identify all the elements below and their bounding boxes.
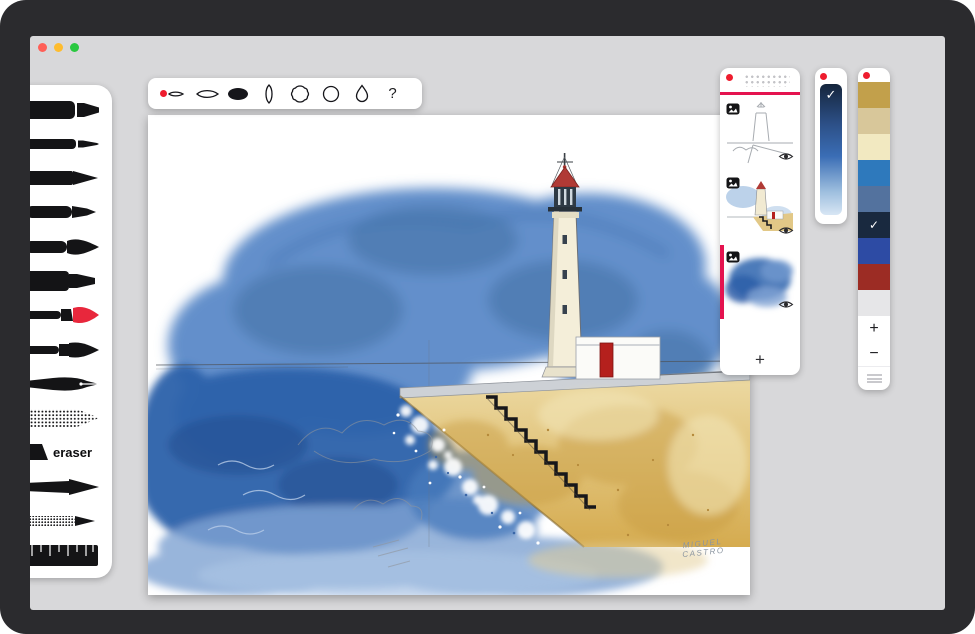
panel-indicator-dot: [160, 90, 167, 97]
color-swatch-tan[interactable]: [858, 108, 890, 134]
panel-indicator-dot: [863, 72, 870, 79]
brush-pen-icon: [30, 232, 104, 262]
brush-tip-medium-icon[interactable]: [191, 80, 222, 107]
drag-handle[interactable]: [744, 74, 790, 87]
brush-tip-round-icon[interactable]: [315, 80, 346, 107]
wide-marker-icon: [30, 95, 104, 125]
brush-tip-scalloped-icon[interactable]: [284, 80, 315, 107]
watercolor-brush-icon: [30, 300, 104, 330]
layer-thumbnail-icon: [726, 176, 740, 194]
tool-felt-marker[interactable]: [30, 264, 112, 297]
add-layer-button[interactable]: +: [720, 345, 800, 375]
palette-header: [858, 68, 890, 82]
layers-panel-header: [720, 68, 800, 92]
stipple-pen-icon: [30, 506, 104, 536]
color-palette-panel: ✓ + −: [858, 68, 890, 390]
shade-gradient-slider[interactable]: ✓: [820, 84, 842, 215]
tool-eraser[interactable]: eraser: [30, 436, 112, 469]
tool-stipple-pen[interactable]: [30, 505, 112, 538]
selected-shade-check[interactable]: ✓: [820, 84, 842, 106]
tool-watercolor-brush-active[interactable]: [30, 299, 112, 332]
color-swatch-red[interactable]: [858, 264, 890, 290]
brush-tip-almond-icon[interactable]: [253, 80, 284, 107]
color-swatch-blue[interactable]: [858, 160, 890, 186]
brush-tip-filled-selected[interactable]: [222, 80, 253, 107]
almond-stroke-icon: [254, 82, 284, 106]
tool-fountain-pen[interactable]: [30, 367, 112, 400]
color-swatch-light-gray[interactable]: [858, 290, 890, 316]
tool-blade[interactable]: [30, 470, 112, 503]
visibility-icon[interactable]: [778, 149, 794, 167]
round-stamp-icon: [316, 82, 346, 106]
remove-color-button[interactable]: −: [858, 341, 890, 366]
paint-brush-icon: [30, 335, 104, 365]
close-button[interactable]: [38, 43, 47, 52]
water-drop-icon: [347, 82, 377, 106]
window-controls: [38, 43, 79, 52]
airbrush-icon: [30, 403, 104, 433]
pencil-icon: [30, 163, 104, 193]
menu-icon: [867, 374, 882, 383]
color-swatch-gold[interactable]: [858, 82, 890, 108]
layer-sketch[interactable]: [723, 99, 797, 169]
tool-pencil[interactable]: [30, 162, 112, 195]
layers-panel: +: [720, 68, 800, 375]
filled-stroke-icon: [223, 82, 253, 106]
palette-menu-button[interactable]: [858, 366, 890, 390]
color-swatch-navy-selected[interactable]: ✓: [858, 212, 890, 238]
app-screen: eraser: [30, 36, 945, 610]
device-frame: eraser: [0, 0, 975, 634]
canvas[interactable]: Miguel Castro: [148, 115, 750, 595]
layer-lighthouse-color[interactable]: [723, 173, 797, 243]
scalloped-stamp-icon: [285, 82, 315, 106]
tool-fineliner[interactable]: [30, 127, 112, 160]
ballpoint-pen-icon: [30, 197, 104, 227]
color-swatch-cream[interactable]: [858, 134, 890, 160]
shade-picker-panel: ✓: [815, 68, 847, 224]
add-color-button[interactable]: +: [858, 316, 890, 341]
help-button[interactable]: ?: [377, 80, 408, 107]
brush-toolbar: ?: [148, 78, 422, 109]
panel-indicator-dot: [726, 74, 733, 81]
tools-panel: eraser: [30, 85, 112, 578]
panel-indicator-dot: [820, 73, 827, 80]
color-swatch-royal-blue[interactable]: [858, 238, 890, 264]
tool-airbrush[interactable]: [30, 402, 112, 435]
check-icon: ✓: [826, 87, 837, 103]
tool-ruler[interactable]: [30, 539, 112, 572]
tool-ballpoint-pen[interactable]: [30, 196, 112, 229]
eraser-label: eraser: [53, 445, 92, 460]
visibility-icon[interactable]: [778, 297, 794, 315]
fineliner-icon: [30, 129, 104, 159]
ruler-icon: [30, 540, 104, 570]
fountain-pen-icon: [30, 369, 104, 399]
tool-brush-pen[interactable]: [30, 230, 112, 263]
lighthouse-painting: [148, 115, 750, 595]
layer-thumbnail-icon: [726, 102, 740, 120]
layer-background-wash[interactable]: [723, 247, 797, 317]
check-icon: ✓: [869, 218, 879, 232]
tool-wide-marker[interactable]: [30, 93, 112, 126]
felt-marker-icon: [30, 266, 104, 296]
tool-paint-brush[interactable]: [30, 333, 112, 366]
blade-icon: [30, 472, 104, 502]
layer-thumbnail-icon: [726, 250, 740, 268]
zoom-button[interactable]: [70, 43, 79, 52]
color-swatch-slate[interactable]: [858, 186, 890, 212]
eraser-icon: [30, 437, 50, 467]
medium-stroke-icon: [192, 82, 222, 106]
brush-tip-drop-icon[interactable]: [346, 80, 377, 107]
minimize-button[interactable]: [54, 43, 63, 52]
layers-divider: [720, 92, 800, 95]
visibility-icon[interactable]: [778, 223, 794, 241]
